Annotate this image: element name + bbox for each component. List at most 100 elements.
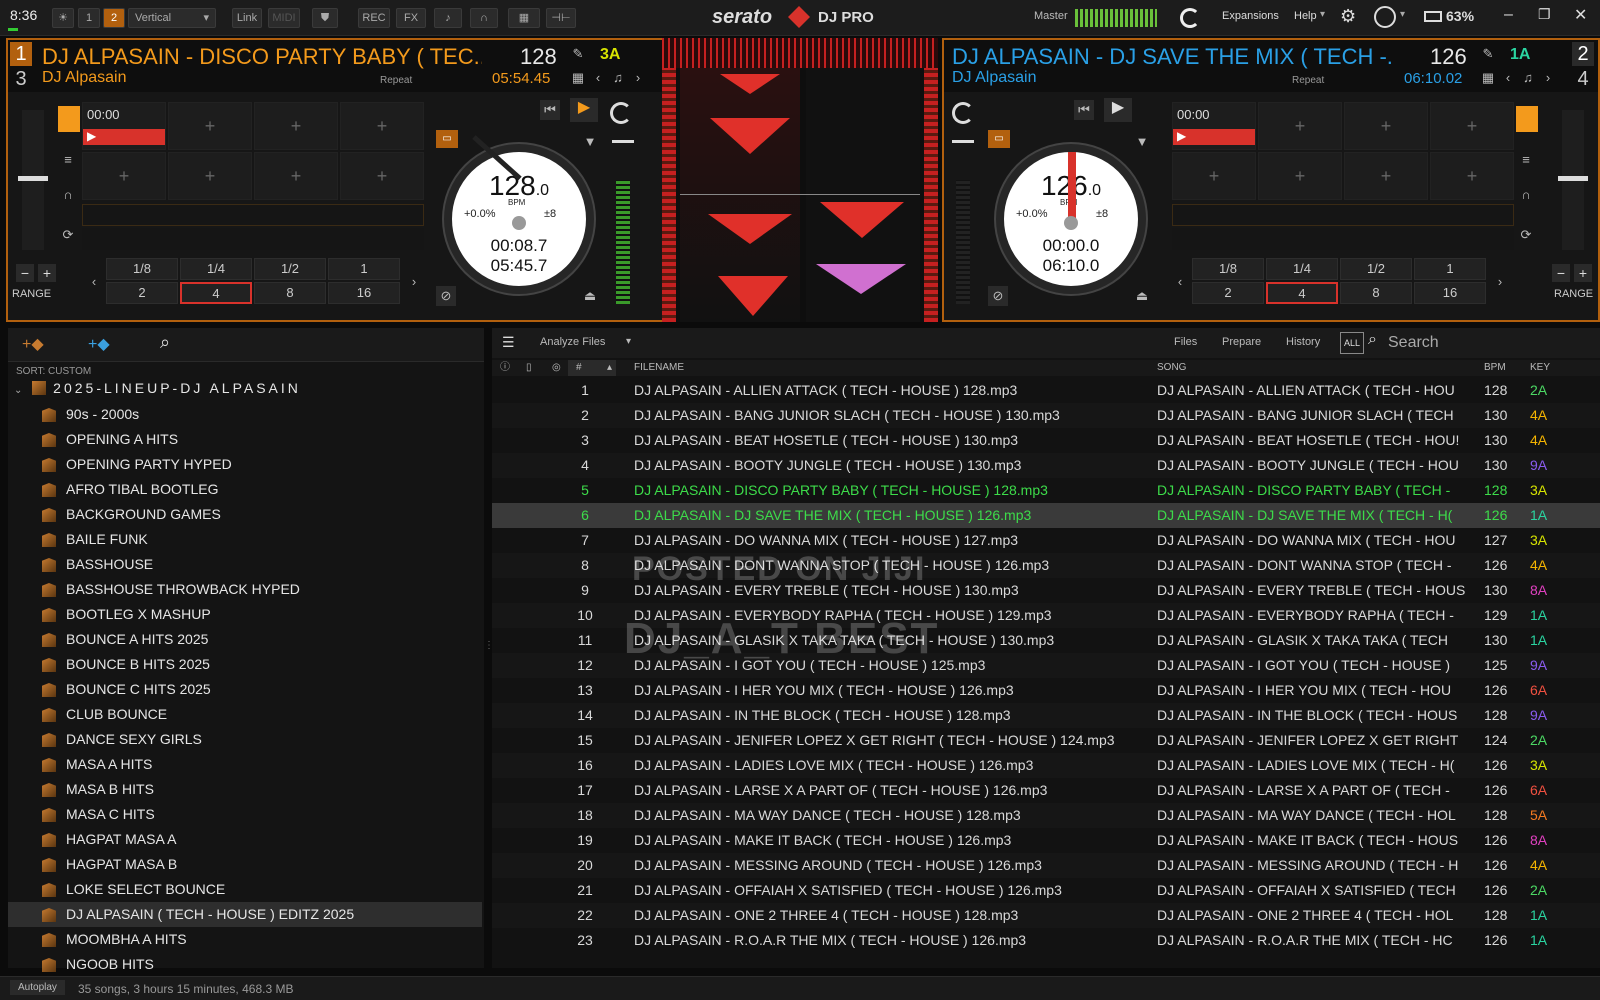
deck-2-number[interactable]: 2: [1572, 42, 1594, 66]
deck-1-loop-1-4[interactable]: 1/4: [180, 258, 252, 280]
deck-2-range-minus[interactable]: −: [1552, 264, 1570, 282]
deck-2-cue-mode-icon[interactable]: [1516, 106, 1538, 132]
crate-item[interactable]: BOOTLEG X MASHUP: [8, 602, 482, 627]
deck-1-loop-2[interactable]: 2: [106, 282, 178, 304]
deck-2-range-plus[interactable]: +: [1574, 264, 1592, 282]
deck-1-loop-8[interactable]: 8: [254, 282, 326, 304]
deck-1-loop-1-8[interactable]: 1/8: [106, 258, 178, 280]
minimize-icon[interactable]: –: [1504, 6, 1513, 24]
root-crate[interactable]: ⌄ 2025-LINEUP-DJ ALPASAIN: [14, 376, 480, 400]
deck-2-filter-icon[interactable]: ▼: [1132, 132, 1152, 152]
deck-1-slip-icon[interactable]: ⊘: [436, 286, 456, 306]
deck-1-loop-slot-1[interactable]: [82, 204, 424, 226]
crate-item[interactable]: BOUNCE A HITS 2025: [8, 627, 482, 652]
column-filename[interactable]: FILENAME: [634, 360, 684, 376]
deck-1-eject-icon[interactable]: ⏏: [580, 286, 600, 306]
deck-1-channel-fader[interactable]: [612, 140, 634, 143]
crate-item[interactable]: BOUNCE B HITS 2025: [8, 652, 482, 677]
deck-1-play-icon[interactable]: ▶: [570, 98, 598, 122]
crate-item[interactable]: AFRO TIBAL BOOTLEG: [8, 477, 482, 502]
search-input[interactable]: Search: [1388, 334, 1439, 352]
deck-2-hotcue-4[interactable]: +: [1430, 102, 1514, 150]
deck-2-channel-fader[interactable]: [952, 140, 974, 143]
crate-item[interactable]: DANCE SEXY GIRLS: [8, 727, 482, 752]
fx-button[interactable]: FX: [396, 8, 426, 28]
crate-item[interactable]: BAILE FUNK: [8, 527, 482, 552]
crate-item[interactable]: HAGPAT MASA B: [8, 852, 482, 877]
deck-2-pitch-fader[interactable]: [1558, 176, 1588, 181]
deck-2-loop-prev-icon[interactable]: ‹: [1170, 272, 1190, 292]
link-button[interactable]: Link: [232, 8, 262, 28]
close-icon[interactable]: ✕: [1574, 5, 1587, 25]
deck-2-loop-slot-1[interactable]: [1172, 204, 1514, 226]
waveform-panel[interactable]: [662, 38, 938, 322]
split-button[interactable]: ⊣⊢: [546, 8, 576, 28]
deck-2-loop-4[interactable]: 4: [1266, 282, 1338, 304]
column-file-icon[interactable]: ▯: [526, 360, 532, 376]
crate-item[interactable]: MASA C HITS: [8, 802, 482, 827]
track-row[interactable]: 3 DJ ALPASAIN - BEAT HOSETLE ( TECH - HOU…: [492, 428, 1600, 453]
column-key[interactable]: KEY: [1530, 360, 1550, 376]
deck-2-loop-slot-2[interactable]: [1172, 228, 1514, 250]
crate-item[interactable]: BACKGROUND GAMES: [8, 502, 482, 527]
deck-1-loop-next-icon[interactable]: ›: [404, 272, 424, 292]
deck-1-hotcue-2[interactable]: +: [168, 102, 252, 150]
column-number[interactable]: # ▴: [568, 360, 616, 376]
deck-1-range-plus[interactable]: +: [38, 264, 56, 282]
deck-2-list-icon[interactable]: ≡: [1516, 150, 1536, 170]
deck-1-range-minus[interactable]: −: [16, 264, 34, 282]
deck-1-pitch-fader[interactable]: [18, 176, 48, 181]
deck-3-number[interactable]: 3: [10, 67, 32, 91]
overview-waveforms[interactable]: [662, 38, 938, 68]
list-view-icon[interactable]: ☰: [502, 334, 515, 351]
deck-2-loop-1-2[interactable]: 1/2: [1340, 258, 1412, 280]
column-analyze-icon[interactable]: ◎: [552, 360, 561, 376]
deck-1-platter[interactable]: 128.0 BPM +0.0% ±8 00:08.7 05:45.7: [444, 135, 594, 294]
deck-4-number[interactable]: 4: [1572, 67, 1594, 91]
crate-item[interactable]: OPENING A HITS: [8, 427, 482, 452]
crate-item[interactable]: OPENING PARTY HYPED: [8, 452, 482, 477]
track-row[interactable]: 2 DJ ALPASAIN - BANG JUNIOR SLACH ( TECH …: [492, 403, 1600, 428]
deck-1-prev-track-icon[interactable]: ⏮: [540, 100, 560, 120]
column-song[interactable]: SONG: [1157, 360, 1186, 376]
deck-1-hotcue-8[interactable]: +: [340, 152, 424, 200]
deck-2-eject-icon[interactable]: ⏏: [1132, 286, 1152, 306]
column-bpm[interactable]: BPM: [1484, 360, 1506, 376]
add-smart-crate-icon[interactable]: +◆: [88, 334, 110, 354]
analyze-chevron-icon[interactable]: ▾: [626, 336, 631, 347]
deck-2-gain-knob[interactable]: [952, 102, 974, 124]
deck-2-prev-icon[interactable]: ‹: [1498, 68, 1518, 88]
user-avatar-icon[interactable]: [1374, 6, 1396, 28]
history-button[interactable]: History: [1286, 336, 1320, 348]
prepare-button[interactable]: Prepare: [1222, 336, 1261, 348]
deck-1-sync-icon[interactable]: ▭: [436, 130, 458, 148]
deck-1-number[interactable]: 1: [10, 42, 32, 66]
track-row[interactable]: 19 DJ ALPASAIN - MAKE IT BACK ( TECH - HO…: [492, 828, 1600, 853]
deck-1-loop-1[interactable]: 1: [328, 258, 400, 280]
deck-2-loop-1[interactable]: 1: [1414, 258, 1486, 280]
crate-item[interactable]: BASSHOUSE: [8, 552, 482, 577]
deck-2-calendar-icon[interactable]: ▦: [1478, 68, 1498, 88]
deck-2-music-icon[interactable]: ♫: [1518, 68, 1538, 88]
headphone-button[interactable]: ∩: [470, 8, 498, 28]
gear-icon[interactable]: ⚙: [1340, 6, 1356, 27]
crate-item[interactable]: MASA A HITS: [8, 752, 482, 777]
search-icon[interactable]: ⌕: [160, 332, 170, 353]
deck-1-next-icon[interactable]: ›: [628, 68, 648, 88]
column-status-icon[interactable]: ⓘ: [500, 360, 510, 376]
deck-2-slip-icon[interactable]: ⊘: [988, 286, 1008, 306]
deck-1-loop-slot-2[interactable]: [82, 228, 424, 250]
sampler-button[interactable]: ♪: [434, 8, 462, 28]
deck-2-loop-icon[interactable]: ⟳: [1516, 225, 1536, 245]
autoplay-button[interactable]: Autoplay: [10, 980, 65, 995]
deck-1-loop-4[interactable]: 4: [180, 282, 252, 304]
brightness-button[interactable]: ☀: [52, 8, 74, 28]
track-row[interactable]: 21 DJ ALPASAIN - OFFAIAH X SATISFIED ( TE…: [492, 878, 1600, 903]
deck-1-headphone-icon[interactable]: ∩: [58, 185, 78, 205]
deck-2-hotcue-8[interactable]: +: [1430, 152, 1514, 200]
crate-item[interactable]: CLUB BOUNCE: [8, 702, 482, 727]
deck-1-hotcue-7[interactable]: +: [254, 152, 338, 200]
deck-2-headphone-icon[interactable]: ∩: [1516, 185, 1536, 205]
analyze-files-button[interactable]: Analyze Files: [540, 336, 605, 348]
deck-1-prev-icon[interactable]: ‹: [588, 68, 608, 88]
